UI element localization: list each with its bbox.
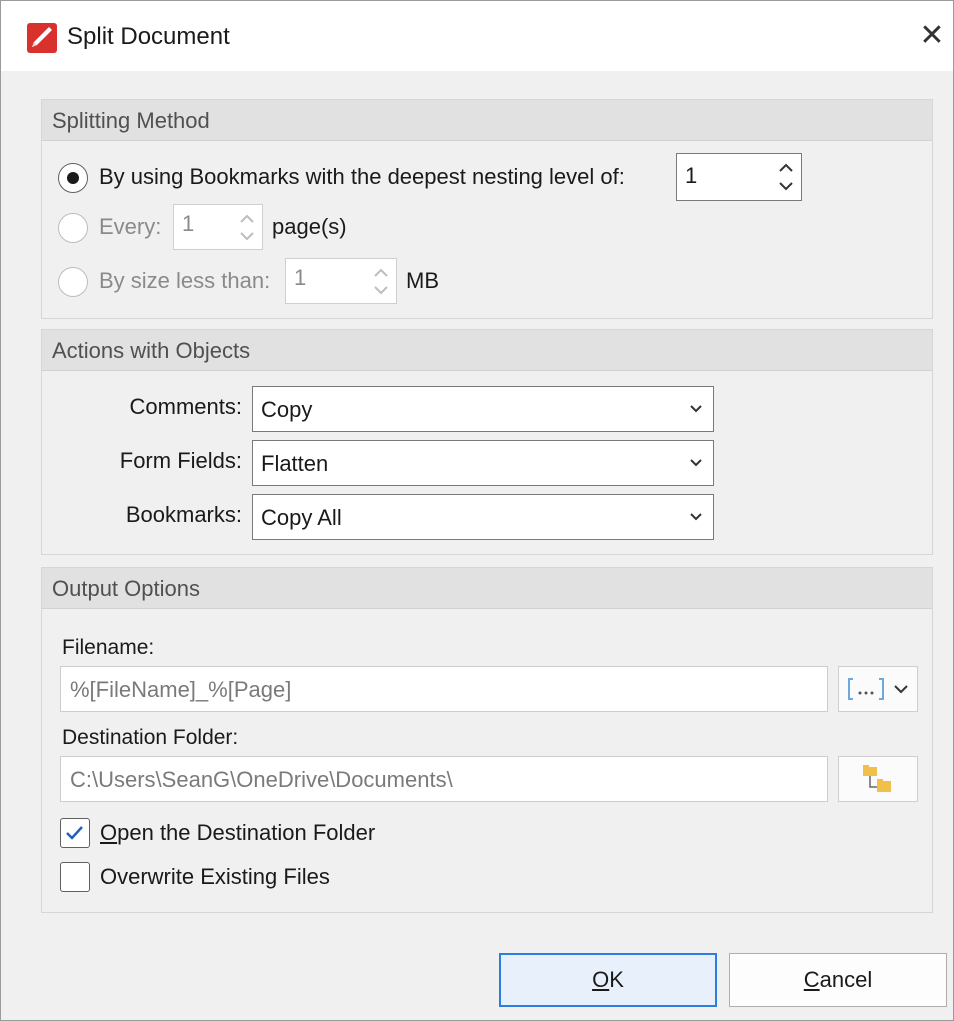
mnemonic-letter: O <box>592 967 610 992</box>
filename-label: Filename: <box>62 636 155 659</box>
select-value: Flatten <box>261 451 329 476</box>
group-header: Actions with Objects <box>42 330 932 371</box>
spinner-value: 1 <box>294 265 307 290</box>
nesting-level-spinner[interactable]: 1 <box>676 153 802 201</box>
splitting-method-group: Splitting Method By using Bookmarks with… <box>41 99 933 319</box>
group-title: Actions with Objects <box>52 338 251 363</box>
folder-tree-icon <box>863 765 891 792</box>
radio-bookmarks[interactable] <box>58 163 88 193</box>
size-spinner[interactable]: 1 <box>285 258 397 304</box>
pages-suffix-label: page(s) <box>272 214 347 239</box>
spinner-arrows-icon[interactable] <box>777 156 795 198</box>
spinner-value: 1 <box>685 163 698 188</box>
radio-selected-dot <box>67 172 79 184</box>
overwrite-label: Overwrite Existing Files <box>100 864 330 889</box>
every-pages-spinner[interactable]: 1 <box>173 204 263 250</box>
group-title: Splitting Method <box>52 108 210 133</box>
label-rest: pen the Destination Folder <box>117 820 376 845</box>
spinner-arrows-icon[interactable] <box>238 207 256 247</box>
form-fields-select[interactable]: Flatten <box>252 440 714 486</box>
title-bar: Split Document ✕ <box>1 1 953 71</box>
pdf-editor-app-icon <box>27 23 57 53</box>
group-title: Output Options <box>52 576 200 601</box>
button-label-rest: ancel <box>819 967 873 992</box>
mb-suffix-label: MB <box>406 268 439 293</box>
browse-folder-button[interactable] <box>838 756 918 802</box>
spinner-value: 1 <box>182 211 195 236</box>
radio-bookmarks-label: By using Bookmarks with the deepest nest… <box>99 164 625 189</box>
cancel-button[interactable]: Cancel <box>729 953 947 1007</box>
filename-value: %[FileName]_%[Page] <box>70 677 292 702</box>
window-title: Split Document <box>67 23 230 50</box>
bookmarks-select[interactable]: Copy All <box>252 494 714 540</box>
chevron-down-icon <box>690 405 702 413</box>
ok-button[interactable]: OK <box>499 953 717 1007</box>
bookmarks-label: Bookmarks: <box>125 502 242 527</box>
close-icon[interactable]: ✕ <box>913 17 951 55</box>
spinner-arrows-icon[interactable] <box>372 261 390 301</box>
radio-every-label: Every: <box>99 214 162 239</box>
destination-folder-label: Destination Folder: <box>62 726 239 749</box>
comments-label: Comments: <box>129 394 242 419</box>
mnemonic-letter: O <box>100 820 118 845</box>
mnemonic-letter: C <box>803 967 820 992</box>
chevron-down-icon <box>690 459 702 467</box>
open-destination-label: Open the Destination Folder <box>100 820 375 846</box>
macro-brackets-icon <box>848 678 908 700</box>
radio-size-label: By size less than: <box>99 268 271 293</box>
select-value: Copy All <box>261 505 342 530</box>
radio-every[interactable] <box>58 213 88 243</box>
dialog-body: Splitting Method By using Bookmarks with… <box>9 71 946 939</box>
filename-macro-button[interactable] <box>838 666 918 712</box>
button-label-rest: K <box>609 967 624 992</box>
chevron-down-icon <box>690 513 702 521</box>
group-header: Splitting Method <box>42 100 932 141</box>
radio-size[interactable] <box>58 267 88 297</box>
split-document-dialog: Split Document ✕ Splitting Method By usi… <box>0 0 954 1021</box>
comments-select[interactable]: Copy <box>252 386 714 432</box>
form-fields-label: Form Fields: <box>119 448 242 473</box>
destination-folder-value: C:\Users\SeanG\OneDrive\Documents\ <box>70 767 453 792</box>
output-options-group: Output Options Filename: %[FileName]_%[P… <box>41 567 933 913</box>
open-destination-checkbox[interactable] <box>60 818 90 848</box>
select-value: Copy <box>261 397 313 422</box>
group-header: Output Options <box>42 568 932 609</box>
filename-field[interactable]: %[FileName]_%[Page] <box>60 666 828 712</box>
checkmark-icon <box>66 826 83 840</box>
destination-folder-field[interactable]: C:\Users\SeanG\OneDrive\Documents\ <box>60 756 828 802</box>
overwrite-checkbox[interactable] <box>60 862 90 892</box>
actions-with-objects-group: Actions with Objects Comments: Copy Form… <box>41 329 933 555</box>
